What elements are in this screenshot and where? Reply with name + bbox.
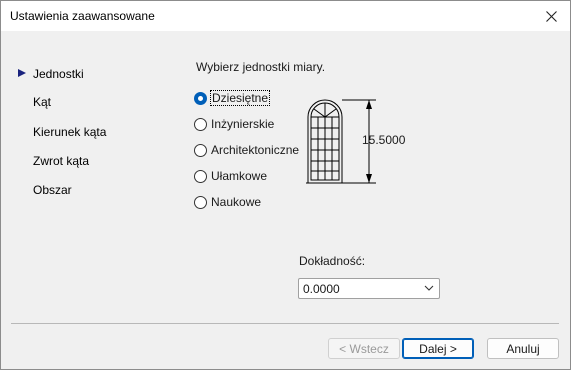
dialog-window: Ustawienia zaawansowane Jednostki Kąt Ki… — [0, 0, 571, 370]
radio-label: Ułamkowe — [211, 169, 268, 183]
nav-item-kat[interactable]: Kąt — [33, 95, 51, 109]
radio-label: Naukowe — [211, 195, 262, 209]
window-title: Ustawienia zaawansowane — [10, 9, 155, 23]
next-button-label: Dalej > — [419, 341, 457, 356]
footer-separator — [11, 323, 559, 324]
nav-item-kierunek-kata[interactable]: Kierunek kąta — [33, 125, 106, 139]
precision-label: Dokładność: — [299, 254, 366, 268]
nav-item-jednostki[interactable]: Jednostki — [33, 67, 84, 81]
nav-item-zwrot-kata[interactable]: Zwrot kąta — [33, 154, 89, 168]
radio-button[interactable] — [194, 117, 207, 131]
radio-label: Dziesiętne — [209, 90, 271, 106]
next-button[interactable]: Dalej > — [402, 338, 474, 359]
cancel-button[interactable]: Anuluj — [487, 338, 559, 359]
close-icon — [545, 10, 557, 22]
instruction-text: Wybierz jednostki miary. — [196, 60, 326, 74]
close-button[interactable] — [538, 4, 564, 28]
chevron-down-icon — [424, 285, 434, 291]
radio-architektoniczne[interactable]: Architektoniczne — [194, 143, 299, 157]
triangle-right-icon — [18, 69, 26, 77]
radio-button[interactable] — [194, 143, 207, 157]
radio-button[interactable] — [194, 169, 207, 183]
title-bar: Ustawienia zaawansowane — [1, 1, 570, 31]
radio-dziesietne[interactable]: Dziesiętne — [194, 90, 271, 106]
radio-label: Inżynierskie — [211, 117, 275, 131]
radio-naukowe[interactable]: Naukowe — [194, 195, 261, 209]
cancel-button-label: Anuluj — [506, 341, 540, 356]
radio-ulamkowe[interactable]: Ułamkowe — [194, 169, 267, 183]
radio-button[interactable] — [194, 195, 207, 209]
back-button[interactable]: < Wstecz — [328, 338, 400, 359]
radio-label: Architektoniczne — [211, 143, 300, 157]
dimension-label: 15.5000 — [362, 133, 406, 147]
radio-button-checked[interactable] — [194, 91, 207, 105]
precision-select-value: 0.0000 — [303, 282, 340, 296]
nav-item-obszar[interactable]: Obszar — [33, 183, 72, 197]
back-button-label: < Wstecz — [339, 341, 389, 356]
radio-inzynierskie[interactable]: Inżynierskie — [194, 117, 274, 131]
dialog-content: Jednostki Kąt Kierunek kąta Zwrot kąta O… — [1, 31, 570, 369]
precision-select[interactable]: 0.0000 — [298, 278, 440, 299]
